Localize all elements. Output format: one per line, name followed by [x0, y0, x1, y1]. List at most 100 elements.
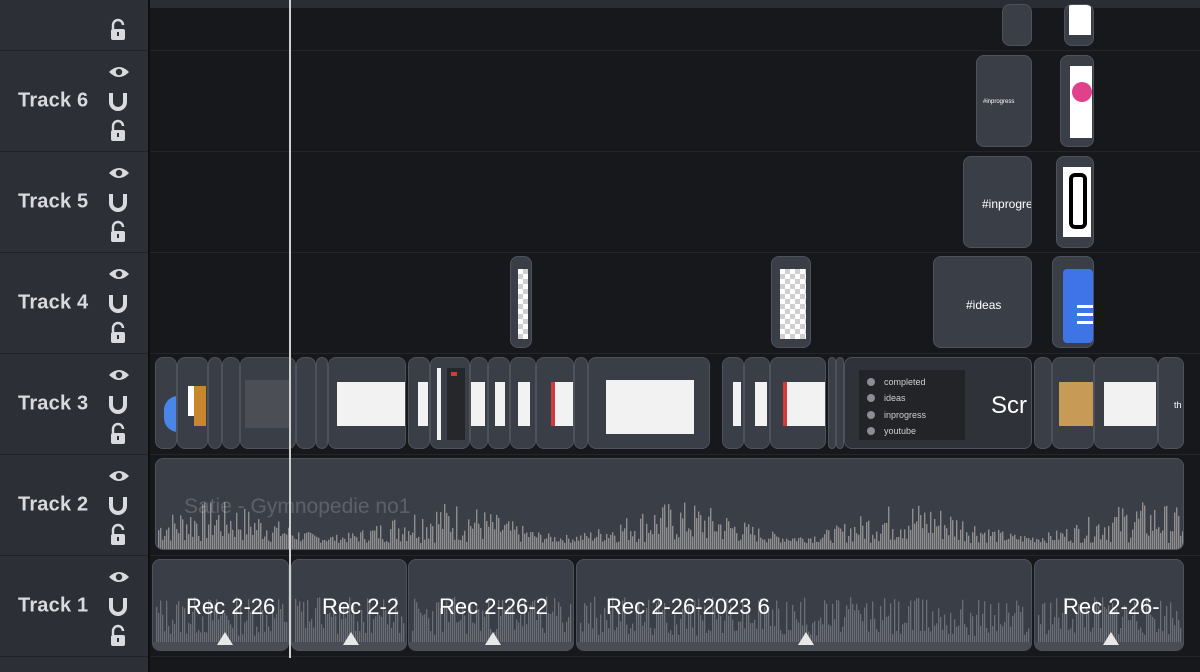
clip-title: Rec 2-26	[186, 594, 276, 619]
lane-track-7[interactable]	[150, 4, 1200, 51]
text-clip[interactable]: #inprogress	[976, 55, 1032, 147]
image-clip[interactable]	[1056, 156, 1094, 248]
eye-icon[interactable]	[108, 166, 130, 180]
eye-icon[interactable]	[108, 267, 130, 281]
clip[interactable]	[828, 357, 836, 449]
track-4-controls	[106, 253, 132, 353]
clip[interactable]	[574, 357, 588, 449]
clip[interactable]	[316, 357, 328, 449]
recording-clip[interactable]: Rec 2-26-	[1034, 559, 1184, 651]
lock-open-icon[interactable]	[108, 422, 128, 446]
image-clip[interactable]	[430, 357, 470, 449]
image-clip[interactable]	[177, 357, 208, 449]
track-header-1: Track 1	[0, 556, 148, 657]
recording-clip[interactable]: Rec 2-26-2	[408, 559, 574, 651]
image-clip[interactable]	[1052, 357, 1094, 449]
eye-icon[interactable]	[108, 368, 130, 382]
image-clip[interactable]	[510, 357, 536, 449]
clip-marker[interactable]	[798, 632, 814, 645]
eye-icon[interactable]	[108, 570, 130, 584]
playhead[interactable]	[289, 0, 291, 658]
eye-icon[interactable]	[108, 469, 130, 483]
image-clip[interactable]	[722, 357, 744, 449]
track-label: Track 3	[18, 392, 89, 415]
magnet-icon[interactable]	[108, 394, 128, 416]
clip-title: Rec 2-26-2023 6	[606, 594, 770, 619]
lane-track-4[interactable]: #ideas	[150, 253, 1200, 354]
image-clip[interactable]	[770, 357, 826, 449]
image-clip[interactable]	[240, 357, 296, 449]
magnet-icon[interactable]	[108, 293, 128, 315]
image-clip[interactable]	[470, 357, 488, 449]
image-clip[interactable]	[536, 357, 574, 449]
lane-track-5[interactable]: #inprogre	[150, 152, 1200, 253]
clip[interactable]	[222, 357, 240, 449]
clip[interactable]	[208, 357, 222, 449]
track-2-controls	[106, 455, 132, 555]
track-6-controls	[106, 51, 132, 151]
clip-text: #ideas	[966, 298, 1002, 312]
recording-clip[interactable]: Rec 2-2	[291, 559, 407, 651]
image-clip[interactable]	[510, 256, 532, 348]
recording-clip[interactable]: Rec 2-26	[152, 559, 289, 651]
timeline-top-bar	[150, 0, 1200, 8]
text-clip[interactable]: th	[1158, 357, 1184, 449]
image-clip[interactable]	[408, 357, 430, 449]
clip-marker[interactable]	[343, 632, 359, 645]
menu-clip[interactable]: completed ideas inprogress youtube Scr	[844, 357, 1032, 449]
clip-marker[interactable]	[217, 632, 233, 645]
clip-text: th	[1174, 400, 1182, 410]
track-label: Track 6	[18, 89, 89, 112]
image-clip[interactable]	[1094, 357, 1158, 449]
clip-title: Rec 2-26-2	[439, 594, 548, 619]
text-clip[interactable]: #inprogre	[963, 156, 1032, 248]
clip-title: Rec 2-26-	[1063, 594, 1160, 619]
clip[interactable]	[1002, 4, 1032, 46]
track-5-controls	[106, 152, 132, 252]
magnet-icon[interactable]	[108, 192, 128, 214]
lock-open-icon[interactable]	[108, 18, 128, 42]
clip[interactable]	[1034, 357, 1052, 449]
track-label: Track 2	[18, 493, 89, 516]
lock-open-icon[interactable]	[108, 624, 128, 648]
track-label: Track 4	[18, 291, 89, 314]
magnet-icon[interactable]	[108, 596, 128, 618]
magnet-icon[interactable]	[108, 91, 128, 113]
lock-open-icon[interactable]	[108, 220, 128, 244]
lane-track-1[interactable]: Rec 2-26 Rec 2-2 Rec 2-26-2 Rec 2-26-202…	[150, 556, 1200, 657]
label-menu: completed ideas inprogress youtube	[859, 370, 965, 440]
track-1-controls	[106, 556, 132, 656]
clip-title: Rec 2-2	[322, 594, 400, 619]
track-header-5: Track 5	[0, 152, 148, 253]
track-7-controls	[106, 0, 132, 50]
lane-track-6[interactable]: #inprogress	[150, 51, 1200, 152]
lane-track-3[interactable]: completed ideas inprogress youtube Scr t…	[150, 354, 1200, 455]
lock-open-icon[interactable]	[108, 321, 128, 345]
lock-open-icon[interactable]	[108, 119, 128, 143]
recording-clip[interactable]: Rec 2-26-2023 6	[576, 559, 1032, 651]
eye-icon[interactable]	[108, 65, 130, 79]
clip-marker[interactable]	[485, 632, 501, 645]
image-clip[interactable]	[155, 357, 177, 449]
lane-track-2[interactable]: Satie - Gymnopedie no1	[150, 455, 1200, 556]
image-clip[interactable]	[328, 357, 406, 449]
magnet-icon[interactable]	[108, 495, 128, 517]
track-header-3: Track 3	[0, 354, 148, 455]
clip[interactable]	[1064, 4, 1094, 46]
image-clip[interactable]	[1052, 256, 1094, 348]
clip[interactable]	[296, 357, 316, 449]
clip[interactable]	[836, 357, 844, 449]
clip-marker[interactable]	[1103, 632, 1119, 645]
image-clip[interactable]	[488, 357, 510, 449]
clip-text: #inprogress	[983, 99, 1015, 105]
track-label: Track 1	[18, 594, 89, 617]
image-clip[interactable]	[588, 357, 710, 449]
audio-clip[interactable]: Satie - Gymnopedie no1	[155, 458, 1184, 550]
lock-open-icon[interactable]	[108, 523, 128, 547]
text-clip[interactable]: #ideas	[933, 256, 1032, 348]
image-clip[interactable]	[771, 256, 811, 348]
image-clip[interactable]	[744, 357, 770, 449]
menu-item: inprogress	[867, 410, 926, 420]
image-clip[interactable]	[1060, 55, 1094, 147]
audio-clip-title: Satie - Gymnopedie no1	[184, 495, 411, 518]
